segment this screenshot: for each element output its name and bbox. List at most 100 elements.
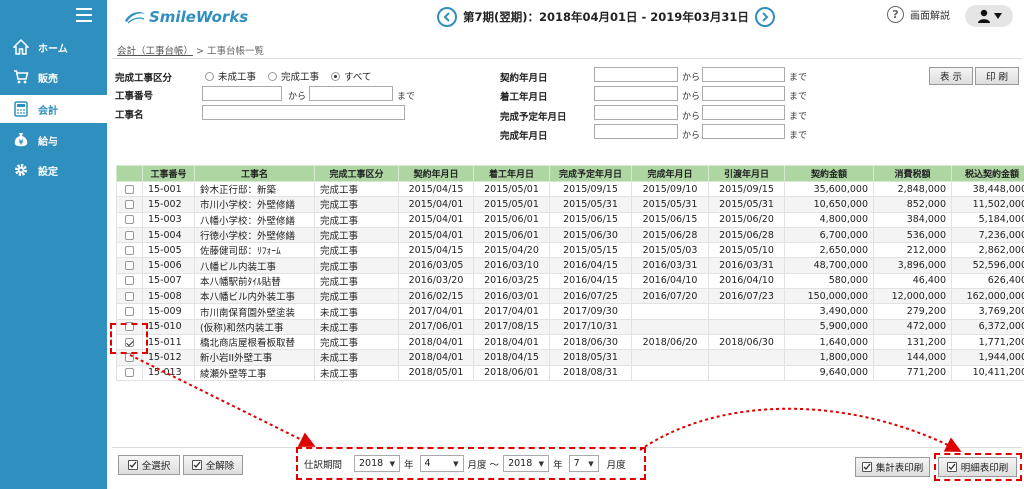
row-checkbox[interactable] <box>125 199 134 209</box>
cell-project-name: 市川小学校：外壁修繕 <box>194 196 315 213</box>
row-checkbox[interactable] <box>125 215 134 225</box>
sidebar-item-settings[interactable]: 設定 <box>0 156 107 184</box>
start-date-to-input[interactable] <box>702 86 785 101</box>
breadcrumb-link[interactable]: 会計（工事台帳） <box>117 46 193 57</box>
radio-circle-selected <box>331 71 341 81</box>
table-row[interactable]: 15-004 行徳小学校：外壁修繕 完成工事 2015/04/01 2015/06/01… <box>116 226 1024 244</box>
radio-all[interactable]: すべて <box>331 69 372 83</box>
completion-date-to-input[interactable] <box>702 124 785 139</box>
row-checkbox[interactable] <box>125 352 134 362</box>
cell-total-amount: 11,502,000 <box>951 196 1024 213</box>
app-logo[interactable]: SmileWorks <box>123 6 253 28</box>
cell-project-no: 15-001 <box>142 180 195 198</box>
summary-print-button[interactable]: 集計表印刷 <box>855 457 930 477</box>
next-period-button[interactable] <box>754 7 775 27</box>
planned-completion-to-input[interactable] <box>702 105 785 120</box>
cell-planned-completion: 2016/04/15 <box>549 272 632 290</box>
cell-start-date: 2015/05/01 <box>473 196 550 213</box>
contract-date-to-input[interactable] <box>702 67 785 82</box>
cell-delivery-date: 2015/05/10 <box>708 242 785 259</box>
detail-print-button[interactable]: 明細表印刷 <box>938 457 1017 477</box>
completion-date-from-input[interactable] <box>594 124 678 139</box>
cell-contract-date: 2015/04/01 <box>398 211 474 228</box>
table-row[interactable]: 15-010 (仮称)和然内装工事 未成工事 2017/06/01 2017/08/15… <box>116 318 1024 335</box>
row-checkbox[interactable] <box>125 276 134 286</box>
to-year-select[interactable]: 2018 ▼ <box>503 455 550 472</box>
row-checkbox[interactable] <box>125 307 134 317</box>
cell-start-date: 2016/03/25 <box>473 272 550 290</box>
to-month-select[interactable]: 7 ▼ <box>568 455 599 472</box>
cell-project-name: 鈴木正行邸：新築 <box>194 180 315 198</box>
cell-planned-completion: 2015/06/30 <box>549 226 632 244</box>
project-no-to-input[interactable] <box>309 86 393 101</box>
completion-type-label: 完成工事区分 <box>115 73 173 84</box>
column-header[interactable]: 契約年月日 <box>398 165 474 182</box>
cell-completion-type: 完成工事 <box>314 226 399 244</box>
select-all-button[interactable]: 全選択 <box>118 455 180 475</box>
table-row[interactable]: 15-006 八幡ビル内装工事 完成工事 2016/03/05 2016/03/10 20… <box>116 257 1024 274</box>
table-row[interactable]: 15-009 市川南保育園外壁塗装 未成工事 2017/04/01 2017/04/01… <box>116 303 1024 320</box>
column-header[interactable]: 引渡年月日 <box>708 165 785 182</box>
column-header[interactable]: 完成予定年月日 <box>549 165 632 182</box>
table-row[interactable]: 15-013 綾瀬外壁等工事 未成工事 2018/05/01 2018/06/01 201… <box>116 364 1024 381</box>
column-header[interactable]: 工事名 <box>194 165 315 182</box>
radio-complete[interactable]: 完成工事 <box>268 69 319 83</box>
planned-completion-from-input[interactable] <box>594 105 678 120</box>
cell-total-amount: 52,596,000 <box>951 257 1024 274</box>
project-name-input[interactable] <box>202 105 405 120</box>
radio-label: すべて <box>344 72 372 83</box>
column-header[interactable]: 税込契約金額 <box>951 165 1024 182</box>
from-month-select[interactable]: 4 ▼ <box>419 455 464 472</box>
deselect-all-button[interactable]: 全解除 <box>183 455 243 475</box>
column-header[interactable]: 完成年月日 <box>631 165 709 182</box>
table-row[interactable]: 15-011 橋北商店屋根看板取替 完成工事 2018/04/01 2018/04/01… <box>116 333 1024 351</box>
cell-tax-amount: 384,000 <box>873 211 952 228</box>
sidebar-item-payroll[interactable]: ¥ 給与 <box>0 126 107 154</box>
sidebar-item-home[interactable]: ホーム <box>0 33 107 61</box>
column-header[interactable]: 消費税額 <box>873 165 952 182</box>
cell-contract-amount: 4,800,000 <box>784 211 874 228</box>
column-header[interactable]: 完成工事区分 <box>314 165 399 182</box>
row-checkbox-cell <box>116 318 143 335</box>
table-row[interactable]: 15-001 鈴木正行邸：新築 完成工事 2015/04/15 2015/05/01 20… <box>116 180 1024 198</box>
row-checkbox[interactable] <box>125 368 134 378</box>
table-row[interactable]: 15-012 新小岩II外壁工事 未成工事 2018/04/01 2018/04/15 2… <box>116 349 1024 366</box>
cell-completion-type: 完成工事 <box>314 272 399 290</box>
row-checkbox[interactable] <box>125 184 134 194</box>
help-link[interactable]: ? 画面解説 <box>887 6 950 23</box>
row-checkbox-cell <box>116 349 143 366</box>
sidebar-item-accounting[interactable]: 会計 <box>0 95 107 123</box>
table-row[interactable]: 15-003 八幡小学校：外壁修繕 完成工事 2015/04/01 2015/06/01… <box>116 211 1024 228</box>
row-checkbox[interactable] <box>125 337 134 347</box>
cell-project-no: 15-005 <box>142 242 195 259</box>
cell-planned-completion: 2015/05/31 <box>549 196 632 213</box>
cell-total-amount: 626,400 <box>951 272 1024 290</box>
row-checkbox[interactable] <box>125 291 134 301</box>
menu-toggle-icon[interactable] <box>76 8 92 22</box>
cell-tax-amount: 46,400 <box>873 272 952 290</box>
column-header[interactable]: 着工年月日 <box>473 165 550 182</box>
user-menu-button[interactable] <box>965 5 1013 27</box>
table-row[interactable]: 15-002 市川小学校：外壁修繕 完成工事 2015/04/01 2015/05/01… <box>116 196 1024 213</box>
row-checkbox-cell <box>116 242 143 259</box>
contract-date-from-input[interactable] <box>594 67 678 82</box>
column-header[interactable]: 契約金額 <box>784 165 874 182</box>
column-header[interactable]: 工事番号 <box>142 165 195 182</box>
prev-period-button[interactable] <box>437 7 457 27</box>
project-no-from-input[interactable] <box>202 86 282 101</box>
display-button[interactable]: 表 示 <box>929 67 973 85</box>
row-checkbox[interactable] <box>125 230 134 240</box>
table-row[interactable]: 15-008 本八幡ビル内外装工事 完成工事 2016/02/15 2016/03/01… <box>116 288 1024 305</box>
row-checkbox[interactable] <box>125 322 134 332</box>
cell-contract-amount: 580,000 <box>784 272 874 290</box>
cell-start-date: 2015/05/01 <box>473 180 550 198</box>
row-checkbox[interactable] <box>125 245 134 255</box>
print-button[interactable]: 印 刷 <box>975 67 1019 85</box>
table-row[interactable]: 15-005 佐藤健司邸：ﾘﾌｫｰﾑ 完成工事 2015/04/15 2015/04/2… <box>116 242 1024 259</box>
sidebar-item-sales[interactable]: 販売 <box>0 63 107 91</box>
radio-incomplete[interactable]: 未成工事 <box>205 69 256 83</box>
start-date-from-input[interactable] <box>594 86 678 101</box>
table-row[interactable]: 15-007 本八幡駅前ﾀｲﾙ貼替 完成工事 2016/03/20 2016/03/25… <box>116 272 1024 290</box>
from-year-select[interactable]: 2018 ▼ <box>354 455 401 472</box>
row-checkbox[interactable] <box>125 261 134 271</box>
